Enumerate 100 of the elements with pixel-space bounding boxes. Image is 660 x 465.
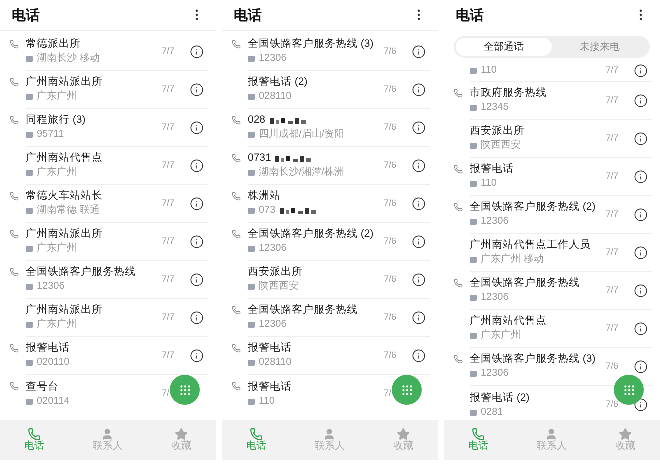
info-icon[interactable] <box>190 310 204 324</box>
contact-name: 西安派出所 <box>248 266 303 279</box>
dialpad-button[interactable] <box>392 375 422 405</box>
info-icon[interactable] <box>412 310 426 324</box>
contact-name: 广州南站代售点 <box>26 152 103 165</box>
call-date: 7/6 <box>606 398 620 412</box>
sim-icon <box>470 333 477 339</box>
info-icon[interactable] <box>634 284 648 298</box>
sim-icon <box>26 322 33 328</box>
info-icon[interactable] <box>190 234 204 248</box>
call-date: 7/ <box>384 387 393 400</box>
info-icon[interactable] <box>634 170 648 184</box>
call-date: 7/6 <box>384 158 398 172</box>
sim-icon <box>470 143 477 149</box>
info-icon[interactable] <box>190 196 204 210</box>
phone-icon <box>472 428 485 440</box>
contact-name: 广州南站代售点工作人员 <box>470 239 591 252</box>
info-icon[interactable] <box>412 44 426 58</box>
contact-name: 全国铁路客户服务热线 (2) <box>470 201 596 214</box>
nav-tab[interactable]: 收藏 <box>616 428 636 452</box>
sim-icon <box>470 371 477 377</box>
contact-location: 12306 <box>259 319 287 331</box>
filter-tab[interactable]: 未接来电 <box>552 38 648 56</box>
person-icon <box>323 428 336 440</box>
nav-tab[interactable]: 电话 <box>24 428 44 452</box>
nav-tab[interactable]: 电话 <box>246 428 266 452</box>
info-icon[interactable] <box>412 234 426 248</box>
info-icon[interactable] <box>190 272 204 286</box>
contact-location: 湖南长沙/湘潭/株洲 <box>259 167 345 179</box>
info-icon[interactable] <box>412 158 426 172</box>
nav-tab[interactable]: 联系人 <box>314 428 345 452</box>
contact-location: 四川成都/眉山/资阳 <box>259 129 345 141</box>
call-date: 7/7 <box>606 170 620 183</box>
person-icon <box>101 428 114 440</box>
contact-name: 0731 <box>248 152 272 165</box>
dialpad-icon <box>622 384 636 396</box>
nav-tab[interactable]: 电话 <box>468 428 488 452</box>
info-icon[interactable] <box>634 360 648 374</box>
info-icon[interactable] <box>412 272 426 286</box>
info-icon[interactable] <box>412 348 426 362</box>
redaction-mosaic <box>280 207 318 215</box>
call-date: 7/6 <box>384 272 398 286</box>
contact-location: 广东广州 <box>37 167 77 179</box>
sim-icon <box>26 246 33 252</box>
sim-icon <box>470 68 477 74</box>
info-icon[interactable] <box>412 120 426 134</box>
sim-icon <box>248 246 255 252</box>
filter-tab[interactable]: 全部通话 <box>456 38 552 56</box>
call-date: 7/6 <box>384 120 398 134</box>
contact-name: 全国铁路客户服务热线 (2) <box>248 228 374 241</box>
contact-name: 报警电话 (2) <box>248 76 308 89</box>
info-icon[interactable] <box>634 246 648 260</box>
nav-tab[interactable]: 收藏 <box>394 428 414 452</box>
call-date: 7/6 <box>384 196 398 210</box>
phone-icon <box>28 428 41 440</box>
contact-name: 全国铁路客户服务热线 <box>26 266 136 279</box>
call-date: 7/6 <box>384 348 398 362</box>
contact-location: 028110 <box>259 91 292 103</box>
info-icon[interactable] <box>634 208 648 222</box>
info-icon[interactable] <box>634 64 648 78</box>
sim-icon <box>248 170 255 176</box>
sim-icon <box>470 105 477 111</box>
contact-location: 12306 <box>481 292 509 304</box>
call-date: 7/6 <box>384 310 398 324</box>
call-date: 7/7 <box>162 348 176 362</box>
info-icon[interactable] <box>190 120 204 134</box>
nav-tab[interactable]: 联系人 <box>536 428 567 452</box>
contact-location: 95711 <box>37 129 64 141</box>
info-icon[interactable] <box>634 132 648 146</box>
dialpad-button[interactable] <box>170 375 200 405</box>
info-icon[interactable] <box>412 196 426 210</box>
info-icon[interactable] <box>412 82 426 96</box>
redaction-mosaic <box>270 116 308 124</box>
contact-name: 全国铁路客户服务热线 (3) <box>470 353 596 366</box>
contact-name: 广州南站派出所 <box>26 76 103 89</box>
sim-icon <box>248 322 255 328</box>
info-icon[interactable] <box>190 82 204 96</box>
sim-icon <box>470 257 477 263</box>
nav-tab[interactable]: 联系人 <box>92 428 123 452</box>
sim-icon <box>26 56 33 62</box>
info-icon[interactable] <box>190 44 204 58</box>
info-icon[interactable] <box>190 158 204 172</box>
call-date: 7/7 <box>162 120 176 134</box>
info-icon[interactable] <box>190 348 204 362</box>
contact-location: 12306 <box>481 216 509 228</box>
sim-icon <box>26 360 33 366</box>
nav-tab[interactable]: 收藏 <box>172 428 192 452</box>
info-icon[interactable] <box>634 322 648 336</box>
contact-name: 西安派出所 <box>470 125 525 138</box>
redaction-mosaic <box>275 154 314 162</box>
contact-location: 020114 <box>37 396 70 408</box>
contact-location: 12345 <box>481 102 509 114</box>
contact-name: 报警电话 <box>470 163 514 176</box>
sim-icon <box>248 132 255 138</box>
contact-location: 12306 <box>259 243 287 255</box>
contact-location: 广东广州 <box>481 330 521 342</box>
call-date: 7/7 <box>162 158 176 172</box>
info-icon[interactable] <box>634 94 648 108</box>
screen-title: 电话 <box>456 6 484 24</box>
sim-icon <box>26 398 33 404</box>
